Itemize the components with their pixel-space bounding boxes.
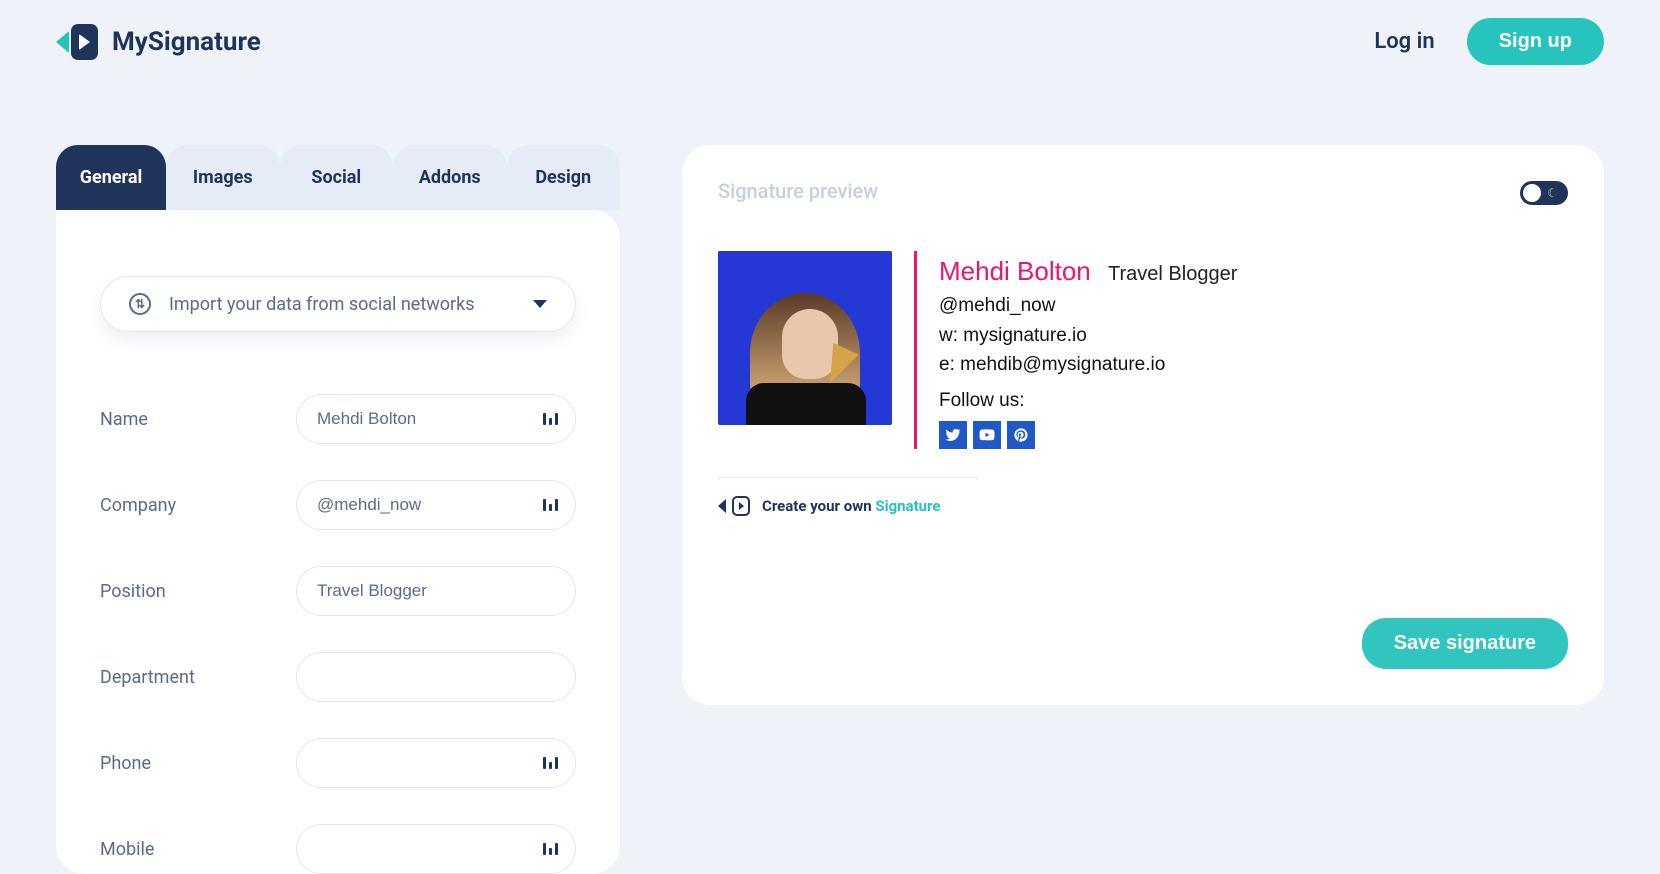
moon-icon: ☾ (1547, 186, 1558, 200)
preview-divider (718, 477, 978, 478)
signature-text: Mehdi Bolton Travel Blogger @mehdi_now w… (939, 251, 1237, 449)
row-phone: Phone (100, 738, 576, 788)
sig-handle: @mehdi_now (939, 291, 1237, 320)
mini-logo-icon (732, 496, 750, 516)
preview-title: Signature preview (718, 179, 1568, 203)
tabs: General Images Social Addons Design (56, 145, 620, 210)
chevron-down-icon (533, 300, 547, 308)
preview-panel: Signature preview ☾ Mehdi Bolton Travel … (682, 145, 1604, 705)
import-icon: ⇅ (129, 293, 151, 315)
sig-email: e: mehdib@mysignature.io (939, 350, 1237, 379)
sig-position: Travel Blogger (1108, 263, 1237, 285)
phone-field[interactable] (296, 738, 576, 788)
dark-mode-toggle[interactable]: ☾ (1520, 181, 1568, 205)
toggle-knob (1523, 184, 1541, 202)
brand-name: MySignature (112, 27, 261, 57)
label-name: Name (100, 409, 272, 430)
pinterest-icon[interactable] (1007, 421, 1035, 449)
header-actions: Log in Sign up (1374, 18, 1604, 65)
header: MySignature Log in Sign up (0, 0, 1660, 65)
row-mobile: Mobile (100, 824, 576, 874)
sig-name: Mehdi Bolton (939, 256, 1091, 286)
twitter-icon[interactable] (939, 421, 967, 449)
create-own-text: Create your own Signature (762, 497, 941, 515)
tab-images[interactable]: Images (166, 145, 280, 210)
row-company: Company (100, 480, 576, 530)
field-action-icon[interactable] (543, 757, 558, 769)
label-department: Department (100, 667, 272, 688)
signature-preview: Mehdi Bolton Travel Blogger @mehdi_now w… (718, 251, 1568, 449)
form: Name Company Position (100, 394, 576, 874)
sig-follow-label: Follow us: (939, 386, 1237, 415)
youtube-icon[interactable] (973, 421, 1001, 449)
create-own-link[interactable]: Create your own Signature (718, 496, 1568, 516)
department-field[interactable] (296, 652, 576, 702)
company-field[interactable] (296, 480, 576, 530)
sig-socials (939, 421, 1237, 449)
label-phone: Phone (100, 753, 272, 774)
row-department: Department (100, 652, 576, 702)
logo-icon (56, 22, 98, 62)
editor-panel: General Images Social Addons Design ⇅ Im… (56, 145, 620, 874)
tab-social[interactable]: Social (280, 145, 394, 210)
tab-design[interactable]: Design (507, 145, 621, 210)
avatar (718, 251, 892, 425)
login-link[interactable]: Log in (1374, 29, 1434, 54)
divider-vertical (914, 251, 917, 449)
editor-form-panel: ⇅ Import your data from social networks … (56, 210, 620, 874)
field-action-icon[interactable] (543, 499, 558, 511)
label-position: Position (100, 581, 272, 602)
tab-addons[interactable]: Addons (393, 145, 507, 210)
logo[interactable]: MySignature (56, 22, 261, 62)
save-signature-button[interactable]: Save signature (1362, 618, 1568, 669)
sig-website: w: mysignature.io (939, 321, 1237, 350)
row-name: Name (100, 394, 576, 444)
label-mobile: Mobile (100, 839, 272, 860)
mobile-field[interactable] (296, 824, 576, 874)
mini-chevron-icon (718, 499, 726, 513)
import-dropdown[interactable]: ⇅ Import your data from social networks (100, 276, 576, 332)
tab-general[interactable]: General (56, 145, 166, 210)
field-action-icon[interactable] (543, 843, 558, 855)
row-position: Position (100, 566, 576, 616)
name-field[interactable] (296, 394, 576, 444)
field-action-icon[interactable] (543, 413, 558, 425)
import-label: Import your data from social networks (169, 294, 475, 315)
position-field[interactable] (296, 566, 576, 616)
signup-button[interactable]: Sign up (1467, 18, 1604, 65)
label-company: Company (100, 495, 272, 516)
main: General Images Social Addons Design ⇅ Im… (0, 145, 1660, 874)
